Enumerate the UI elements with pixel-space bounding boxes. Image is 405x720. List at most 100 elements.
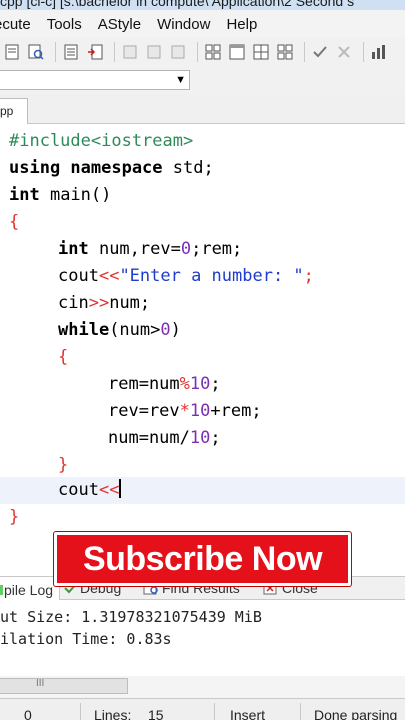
status-divider [300, 703, 301, 720]
toolbar-separator [197, 42, 198, 62]
menu-astyle[interactable]: AStyle [98, 16, 141, 33]
menu-window[interactable]: Window [157, 16, 210, 33]
print-icon[interactable] [2, 42, 22, 62]
tile-icon[interactable] [203, 42, 223, 62]
status-bar: 0 Lines: 15 Insert Done parsing [0, 698, 405, 720]
window-title: cpp [ci-c] [s:\bachelor in compute\ Appl… [0, 0, 355, 9]
menu-tools[interactable]: Tools [47, 16, 82, 33]
code-editor[interactable]: #include<iostream> using namespace std; … [0, 124, 405, 564]
code-token: rem=num [108, 374, 180, 394]
indent-icon[interactable] [120, 42, 140, 62]
code-token: #include<iostream> [9, 131, 194, 151]
code-token: 10 [189, 374, 211, 394]
code-token: ; [303, 266, 314, 286]
code-line-14: cout<< [58, 477, 122, 504]
split-icon[interactable] [85, 42, 105, 62]
tab-compile-log[interactable]: pile Log [0, 577, 61, 600]
code-line-11: rev=rev*10+rem; [108, 398, 262, 425]
title-bar: cpp [ci-c] [s:\bachelor in compute\ Appl… [0, 0, 405, 10]
toolbar-separator [304, 42, 305, 62]
toolbar [0, 38, 405, 66]
code-token: { [58, 347, 69, 367]
text-caret [119, 479, 122, 498]
code-token: 10 [189, 428, 211, 448]
code-token: int [9, 185, 40, 205]
code-line-4: { [9, 209, 19, 236]
code-line-9: { [58, 344, 68, 371]
code-token: num,rev= [88, 239, 181, 259]
code-token: +rem; [210, 401, 262, 421]
compiler-bar: ▼ [0, 66, 405, 94]
code-token: cout [58, 266, 99, 286]
code-token: ;rem; [191, 239, 243, 259]
find-icon[interactable] [26, 42, 46, 62]
chevron-down-icon: ▼ [175, 74, 186, 86]
code-token: (num> [109, 320, 161, 340]
code-line-3: int main() [9, 182, 111, 209]
code-line-1: #include<iostream> [9, 128, 193, 155]
toolbar-separator [114, 42, 115, 62]
code-token: ; [210, 374, 221, 394]
code-line-13: } [58, 452, 68, 479]
code-token: "Enter a number: " [119, 266, 304, 286]
list-icon[interactable] [61, 42, 81, 62]
status-lines-label: Lines: [94, 707, 132, 720]
code-token: num; [109, 293, 151, 313]
window-icon[interactable] [227, 42, 247, 62]
code-token: 0 [160, 320, 171, 340]
code-token: } [58, 455, 69, 475]
menu-execute[interactable]: ecute [0, 16, 31, 33]
tab-compile-log-label: pile Log [4, 582, 54, 598]
code-line-8: while(num>0) [58, 317, 181, 344]
code-token: >> [88, 293, 110, 313]
code-token: { [9, 212, 20, 232]
code-line-2: using namespace std; [9, 155, 214, 182]
check-icon[interactable] [310, 42, 330, 62]
code-line-7: cin>>num; [58, 290, 150, 317]
status-divider [214, 703, 215, 720]
scrollbar-grip: III [36, 678, 45, 689]
code-line-5: int num,rev=0;rem; [58, 236, 242, 263]
code-token: rev=rev [108, 401, 180, 421]
code-token: 0 [180, 239, 192, 259]
code-line-15: } [9, 504, 19, 531]
code-token: using namespace [9, 158, 163, 178]
grid-icon[interactable] [251, 42, 271, 62]
horizontal-scrollbar[interactable]: III [0, 676, 405, 698]
code-token: std; [162, 158, 214, 178]
menu-help[interactable]: Help [226, 16, 257, 33]
toolbar-separator [55, 42, 56, 62]
status-insert-mode: Insert [230, 707, 266, 720]
toolbar-separator [363, 42, 364, 62]
subscribe-label: Subscribe Now [82, 539, 323, 578]
chart-icon[interactable] [369, 42, 389, 62]
unindent-icon[interactable] [144, 42, 164, 62]
log-output-size: ut Size: 1.31978321075439 MiB [0, 608, 262, 626]
status-parse-state: Done parsing [314, 707, 398, 720]
scrollbar-thumb[interactable]: III [0, 678, 128, 694]
editor-tab-bar: pp [0, 94, 405, 124]
menu-bar: ecute Tools AStyle Window Help [0, 10, 405, 38]
log-compilation-time: ilation Time: 0.83s [0, 630, 172, 648]
subscribe-now-banner[interactable]: Subscribe Now [54, 532, 351, 586]
tab-source-file[interactable]: pp [0, 98, 28, 124]
class-icon[interactable] [275, 42, 295, 62]
status-col: 0 [24, 707, 32, 720]
code-line-10: rem=num%10; [108, 371, 221, 398]
code-token: int [58, 239, 89, 259]
code-token: % [179, 374, 190, 394]
code-token: cin [58, 293, 89, 313]
code-token: ) [170, 320, 181, 340]
status-lines-value: 15 [148, 707, 164, 720]
code-token: while [58, 320, 110, 340]
code-line-6: cout<<"Enter a number: "; [58, 263, 314, 290]
code-token: num=num/ [108, 428, 190, 448]
code-token: cout [58, 480, 99, 500]
cross-icon[interactable] [334, 42, 354, 62]
code-token: 10 [189, 401, 211, 421]
code-token: << [98, 266, 120, 286]
code-token: } [9, 507, 20, 527]
code-token: * [179, 401, 190, 421]
toggle-icon[interactable] [168, 42, 188, 62]
compiler-select[interactable]: ▼ [0, 70, 190, 90]
